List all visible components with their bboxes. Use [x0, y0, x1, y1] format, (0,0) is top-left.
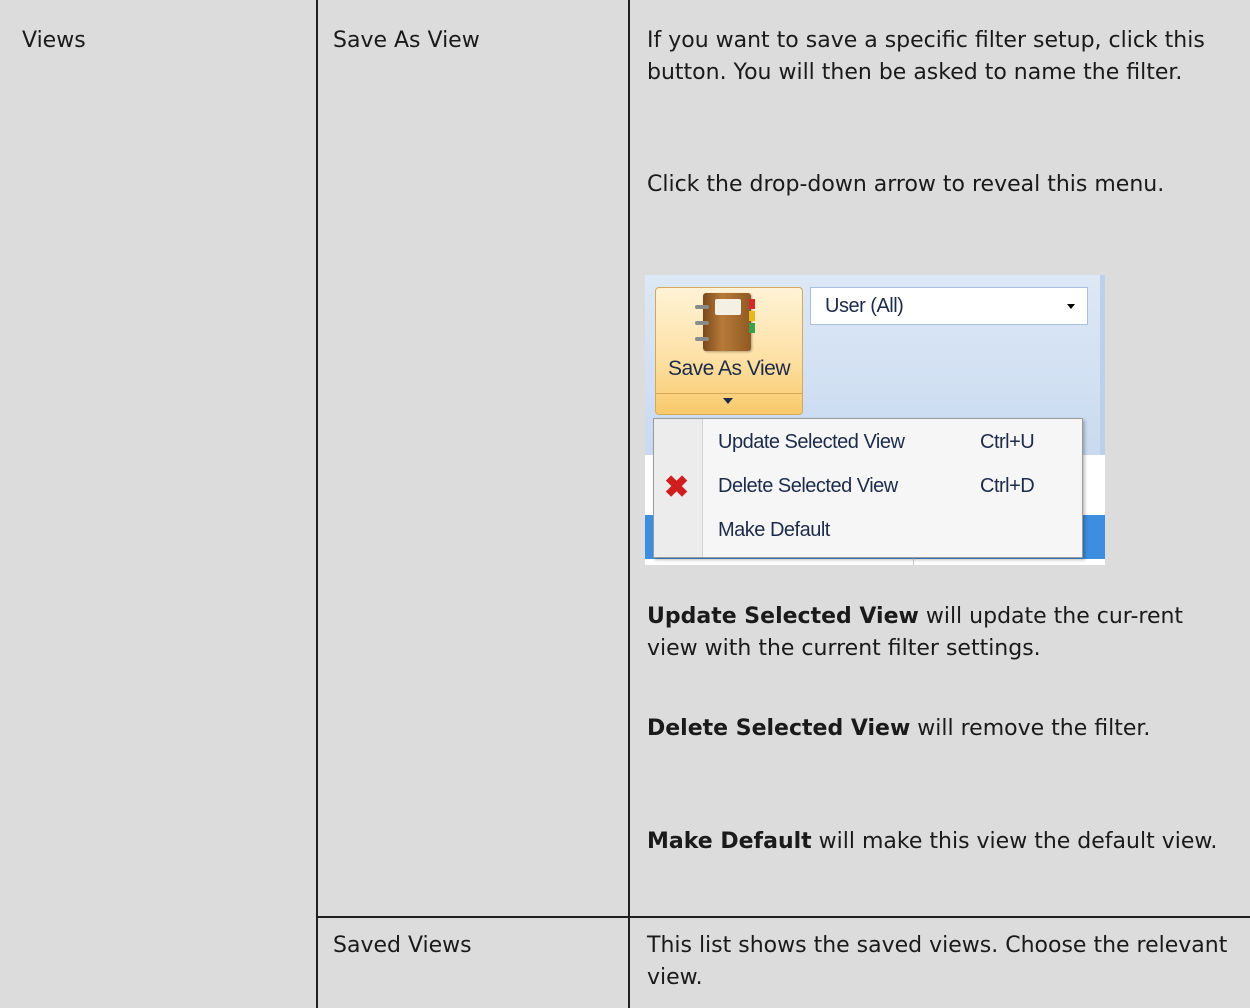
view-select-combo[interactable]: User (All) — [810, 287, 1088, 325]
desc-saved-views: This list shows the saved views. Choose … — [647, 933, 1228, 990]
column-divider-2 — [628, 0, 630, 1008]
desc-save-as-view: If you want to save a specific filter se… — [647, 28, 1205, 85]
column-divider-1 — [316, 0, 318, 1008]
save-as-view-label: Save As View — [667, 357, 791, 380]
term-make-default: Make Default — [647, 829, 812, 854]
desc-dropdown-arrow: Click the drop-down arrow to reveal this… — [647, 172, 1165, 197]
view-select-value: User (All) — [825, 295, 904, 317]
save-as-view-menu: ✖ Update Selected View Ctrl+U Delete Sel… — [653, 418, 1083, 558]
ribbon-edge — [1100, 275, 1105, 455]
menu-item-make-default[interactable]: Make Default — [718, 519, 830, 542]
shortcut-delete: Ctrl+D — [980, 475, 1035, 497]
text-delete-selected-view: will remove the filter. — [910, 716, 1151, 741]
desc-delete-selected-view: Delete Selected View will remove the fil… — [647, 713, 1237, 745]
desc-make-default: Make Default will make this view the def… — [647, 826, 1237, 858]
section-cell-views: Views — [22, 28, 86, 53]
desc-update-selected-view: Update Selected View will update the cur… — [647, 601, 1237, 665]
term-update-selected-view: Update Selected View — [647, 604, 919, 629]
shortcut-update: Ctrl+U — [980, 431, 1035, 453]
text-make-default: will make this view the default view. — [811, 829, 1218, 854]
chevron-down-icon[interactable] — [1067, 304, 1075, 309]
save-as-view-dropdown-split[interactable] — [655, 393, 803, 416]
item-cell-saved-views: Saved Views — [333, 933, 472, 958]
embedded-screenshot: Save As View User (All) ✖ Update Selecte… — [645, 275, 1105, 565]
notebook-icon — [695, 293, 755, 351]
term-delete-selected-view: Delete Selected View — [647, 716, 911, 741]
menu-item-update-selected-view[interactable]: Update Selected View — [718, 431, 905, 454]
row-divider — [316, 916, 1250, 918]
menu-item-delete-selected-view[interactable]: Delete Selected View — [718, 475, 898, 498]
dropdown-arrow-icon[interactable] — [723, 398, 733, 404]
red-x-icon: ✖ — [664, 471, 690, 504]
item-cell-save-as-view: Save As View — [333, 28, 480, 53]
